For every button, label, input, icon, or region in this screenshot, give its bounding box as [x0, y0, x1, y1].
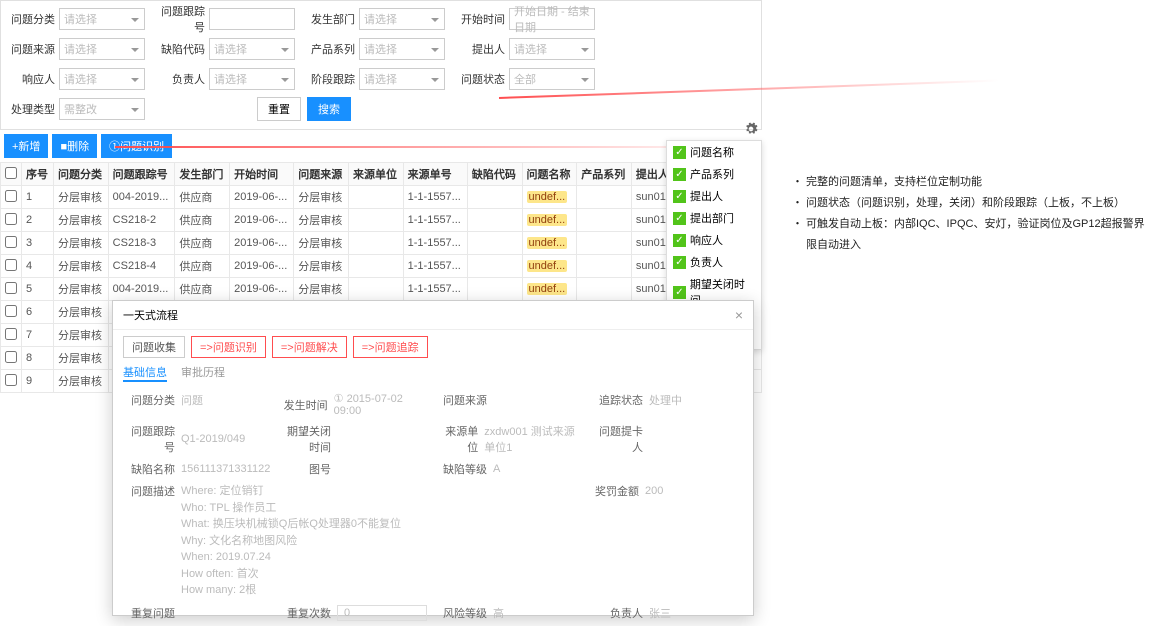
- filter-label: 发生部门: [301, 11, 359, 27]
- filter-label: 负责人: [151, 71, 209, 87]
- reset-button[interactable]: 重置: [257, 97, 301, 121]
- column-header[interactable]: 来源单位: [348, 163, 403, 186]
- filter-label: 响应人: [1, 71, 59, 87]
- filter-input[interactable]: [209, 8, 295, 30]
- nav-approval-history[interactable]: 审批历程: [181, 364, 225, 382]
- filter-label: 提出人: [451, 41, 509, 57]
- dialog-body: 问题分类问题 发生时间① 2015-07-02 09:00 问题来源 追踪状态处…: [113, 386, 753, 626]
- dialog-tab[interactable]: =>问题识别: [191, 336, 266, 358]
- filter-label: 处理类型: [1, 101, 59, 117]
- row-checkbox[interactable]: [5, 305, 17, 317]
- column-header[interactable]: 来源单号: [403, 163, 467, 186]
- column-header[interactable]: 序号: [22, 163, 54, 186]
- filter-input[interactable]: 请选择: [59, 8, 145, 30]
- filter-input[interactable]: 开始日期 - 结束日期: [509, 8, 595, 30]
- table-row[interactable]: 3分层审核CS218-3供应商2019-06-...分层审核1-1-1557..…: [1, 232, 762, 255]
- column-header[interactable]: 问题来源: [294, 163, 349, 186]
- column-header[interactable]: 发生部门: [175, 163, 230, 186]
- note-item: 完整的问题清单，支持栏位定制功能: [792, 172, 1148, 193]
- gear-icon[interactable]: [744, 122, 758, 136]
- filter-label: 产品系列: [301, 41, 359, 57]
- filter-label: 阶段跟踪: [301, 71, 359, 87]
- annotation-line: [115, 146, 751, 148]
- filter-input[interactable]: 需整改: [59, 98, 145, 120]
- row-checkbox[interactable]: [5, 282, 17, 294]
- filter-area: 问题分类请选择问题跟踪号发生部门请选择开始时间开始日期 - 结束日期 问题来源请…: [0, 0, 762, 130]
- select-all-checkbox[interactable]: [5, 167, 17, 179]
- description-text: Where: 定位销钉Who: TPL 操作员工What: 换压块机械锁Q后帐Q…: [181, 483, 561, 599]
- dialog-nav: 基础信息 审批历程: [113, 364, 753, 386]
- row-checkbox[interactable]: [5, 374, 17, 386]
- column-header[interactable]: 开始时间: [230, 163, 294, 186]
- column-option[interactable]: ✓响应人: [667, 229, 761, 251]
- filter-input[interactable]: 全部: [509, 68, 595, 90]
- filter-label: 问题跟踪号: [151, 3, 209, 35]
- row-checkbox[interactable]: [5, 259, 17, 271]
- filter-label: 问题状态: [451, 71, 509, 87]
- row-checkbox[interactable]: [5, 328, 17, 340]
- filter-label: 问题分类: [1, 11, 59, 27]
- column-option[interactable]: ✓负责人: [667, 251, 761, 273]
- detail-dialog: 一天式流程 × 问题收集 =>问题识别 =>问题解决 =>问题追踪 基础信息 审批历程…: [112, 300, 754, 616]
- table-row[interactable]: 4分层审核CS218-4供应商2019-06-...分层审核1-1-1557..…: [1, 255, 762, 278]
- column-header[interactable]: 缺陷代码: [467, 163, 522, 186]
- filter-label: 缺陷代码: [151, 41, 209, 57]
- row-checkbox[interactable]: [5, 351, 17, 363]
- recognize-button[interactable]: ①问题识别: [101, 134, 172, 158]
- column-header[interactable]: 问题跟踪号: [108, 163, 175, 186]
- row-checkbox[interactable]: [5, 190, 17, 202]
- table-row[interactable]: 1分层审核004-2019...供应商2019-06-...分层审核1-1-15…: [1, 186, 762, 209]
- delete-button[interactable]: ■删除: [52, 134, 97, 158]
- search-button[interactable]: 搜索: [307, 97, 351, 121]
- filter-input[interactable]: 请选择: [509, 38, 595, 60]
- dialog-tab[interactable]: =>问题解决: [272, 336, 347, 358]
- column-header[interactable]: 问题分类: [53, 163, 108, 186]
- add-button[interactable]: +新增: [4, 134, 48, 158]
- table-row[interactable]: 5分层审核004-2019...供应商2019-06-...分层审核1-1-15…: [1, 278, 762, 301]
- dialog-tabs: 问题收集 =>问题识别 =>问题解决 =>问题追踪: [113, 330, 753, 364]
- check-icon: ✓: [673, 212, 686, 225]
- filter-input[interactable]: 请选择: [209, 68, 295, 90]
- toolbar: +新增 ■删除 ①问题识别: [0, 130, 762, 162]
- check-icon: ✓: [673, 168, 686, 181]
- column-option[interactable]: ✓产品系列: [667, 163, 761, 185]
- note-item: 问题状态（问题识别，处理，关闭）和阶段跟踪（上板，不上板）: [792, 193, 1148, 214]
- column-option[interactable]: ✓问题名称: [667, 141, 761, 163]
- nav-basic-info[interactable]: 基础信息: [123, 364, 167, 382]
- filter-input[interactable]: 请选择: [359, 8, 445, 30]
- note-item: 可触发自动上板：内部IQC、IPQC、安灯，验证岗位及GP12超报警界限自动进入: [792, 214, 1148, 256]
- filter-input[interactable]: 请选择: [59, 38, 145, 60]
- column-option[interactable]: ✓提出部门: [667, 207, 761, 229]
- row-checkbox[interactable]: [5, 236, 17, 248]
- check-icon: ✓: [673, 256, 686, 269]
- close-icon[interactable]: ×: [735, 307, 743, 323]
- dialog-tab[interactable]: =>问题追踪: [353, 336, 428, 358]
- column-header[interactable]: 问题名称: [522, 163, 577, 186]
- table-row[interactable]: 2分层审核CS218-2供应商2019-06-...分层审核1-1-1557..…: [1, 209, 762, 232]
- dialog-title: 一天式流程: [123, 307, 178, 323]
- check-icon: ✓: [673, 286, 686, 299]
- filter-input[interactable]: 请选择: [59, 68, 145, 90]
- check-icon: ✓: [673, 234, 686, 247]
- check-icon: ✓: [673, 190, 686, 203]
- dialog-tab[interactable]: 问题收集: [123, 336, 185, 358]
- filter-input[interactable]: 请选择: [359, 38, 445, 60]
- filter-label: 问题来源: [1, 41, 59, 57]
- notes-list: 完整的问题清单，支持栏位定制功能 问题状态（问题识别，处理，关闭）和阶段跟踪（上…: [792, 172, 1148, 256]
- column-option[interactable]: ✓提出人: [667, 185, 761, 207]
- filter-label: 开始时间: [451, 11, 509, 27]
- check-icon: ✓: [673, 146, 686, 159]
- column-header[interactable]: 产品系列: [577, 163, 632, 186]
- filter-input[interactable]: 请选择: [359, 68, 445, 90]
- dialog-titlebar: 一天式流程 ×: [113, 301, 753, 330]
- filter-input[interactable]: 请选择: [209, 38, 295, 60]
- row-checkbox[interactable]: [5, 213, 17, 225]
